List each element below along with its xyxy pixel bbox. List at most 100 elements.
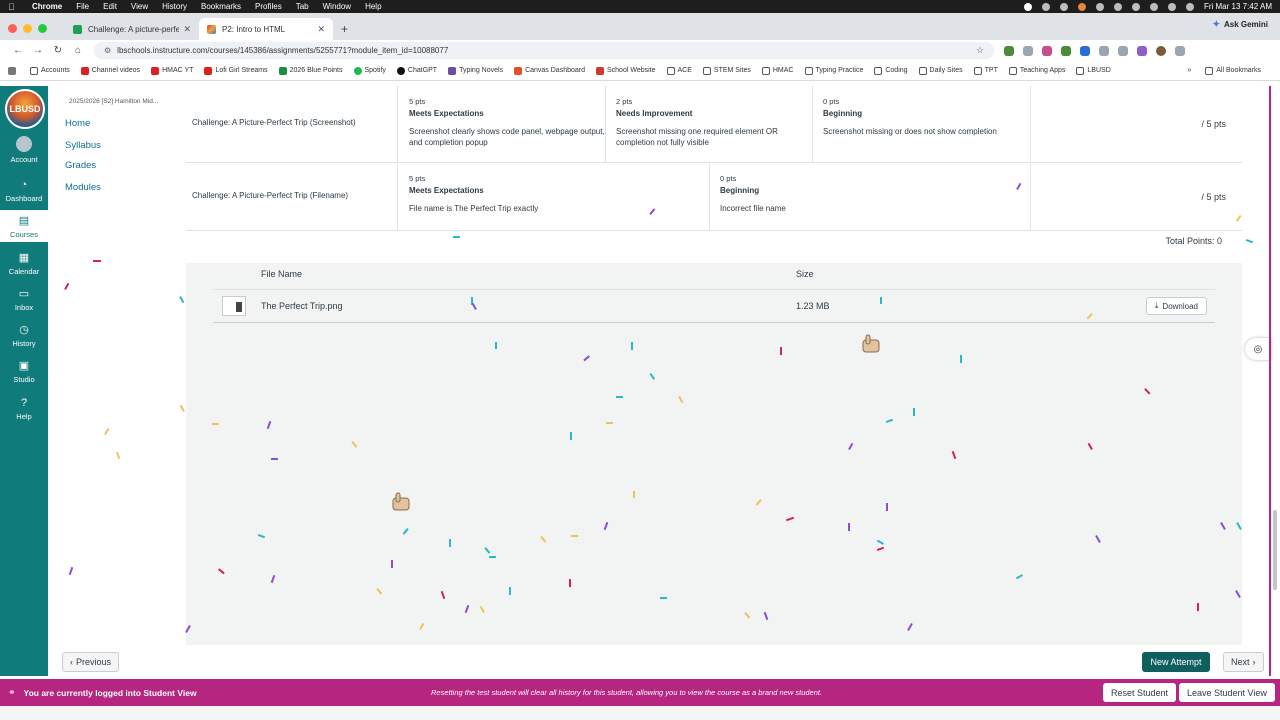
rubric-rating[interactable]: 0 pts Beginning Screenshot missing or do… xyxy=(823,97,1023,137)
bookmark-item[interactable]: Typing Practice xyxy=(804,66,863,75)
download-button[interactable]: ⤓ Download xyxy=(1145,297,1207,315)
bookmark-item[interactable]: Teaching Apps xyxy=(1008,66,1065,75)
status-icon-2[interactable] xyxy=(1059,2,1068,11)
bookmark-item[interactable]: Channel videos xyxy=(80,66,140,75)
bookmark-item[interactable]: Canvas Dashboard xyxy=(514,66,585,75)
course-nav-home[interactable]: Home xyxy=(65,118,90,129)
reload-icon[interactable]: ↻ xyxy=(48,45,68,56)
nav-help[interactable]: ? Help xyxy=(0,396,48,421)
browser-tab-challenge[interactable]: Challenge: A picture-perfect ✕ xyxy=(65,18,199,40)
apple-icon[interactable]:  xyxy=(8,2,18,12)
browser-tab-intro-html[interactable]: P2: Intro to HTML ✕ xyxy=(199,18,333,40)
extension-icon[interactable] xyxy=(1061,45,1071,56)
course-nav-modules[interactable]: Modules xyxy=(65,182,101,193)
new-attempt-button[interactable]: New Attempt xyxy=(1142,652,1210,672)
bookmark-item[interactable]: 2026 Blue Points xyxy=(278,66,343,75)
nav-history[interactable]: ◷ History xyxy=(0,323,48,348)
new-tab-button[interactable]: + xyxy=(341,18,348,40)
control-center-icon[interactable] xyxy=(1185,2,1194,11)
extension-icon[interactable] xyxy=(1080,45,1090,56)
nav-account[interactable]: Account xyxy=(0,136,48,164)
bookmark-label: Typing Novels xyxy=(459,67,504,74)
menu-edit[interactable]: Edit xyxy=(103,2,117,11)
address-bar[interactable]: ⚙ lbschools.instructure.com/courses/1453… xyxy=(94,42,994,59)
bookmark-item[interactable]: Typing Novels xyxy=(448,66,504,75)
all-bookmarks[interactable]: All Bookmarks xyxy=(1205,66,1261,75)
nav-courses[interactable]: ▤ Courses xyxy=(0,210,48,242)
district-logo[interactable]: LBUSD xyxy=(5,89,45,129)
more-bookmarks-icon[interactable]: » xyxy=(1187,67,1191,74)
rubric-rating[interactable]: 5 pts Meets Expectations Screenshot clea… xyxy=(409,97,609,148)
status-icon-3[interactable] xyxy=(1077,2,1086,11)
bookmark-item[interactable]: ACE xyxy=(666,66,692,75)
record-icon[interactable] xyxy=(1023,2,1032,11)
file-thumbnail[interactable] xyxy=(222,296,246,316)
extension-icon[interactable] xyxy=(1023,45,1033,56)
bookmark-item[interactable]: ChatGPT xyxy=(396,66,437,75)
side-panel-toggle[interactable]: ◎ xyxy=(1245,338,1271,360)
bookmark-item[interactable]: Spotify xyxy=(353,66,386,75)
apps-grid-icon[interactable] xyxy=(8,66,19,75)
rubric-rating[interactable]: 5 pts Meets Expectations File name is Th… xyxy=(409,174,699,214)
bookmark-item[interactable]: STEM Sites xyxy=(702,66,751,75)
extension-icon[interactable] xyxy=(1137,45,1147,56)
bookmark-item[interactable]: Coding xyxy=(874,66,908,75)
menu-tab[interactable]: Tab xyxy=(296,2,309,11)
reset-student-button[interactable]: Reset Student xyxy=(1103,683,1177,702)
menu-history[interactable]: History xyxy=(162,2,187,11)
nav-inbox[interactable]: ▭ Inbox xyxy=(0,287,48,312)
bookmark-item[interactable]: LBUSD xyxy=(1076,66,1111,75)
wifi-icon[interactable] xyxy=(1149,2,1158,11)
page-scrollbar[interactable] xyxy=(1273,510,1277,590)
search-icon[interactable] xyxy=(1167,2,1176,11)
site-info-icon[interactable]: ⚙ xyxy=(104,46,111,55)
bookmark-item[interactable]: School Website xyxy=(596,66,656,75)
menu-view[interactable]: View xyxy=(131,2,148,11)
menu-profiles[interactable]: Profiles xyxy=(255,2,282,11)
nav-calendar[interactable]: ▦ Calendar xyxy=(0,251,48,276)
profile-avatar[interactable] xyxy=(1156,45,1166,56)
next-button[interactable]: Next › xyxy=(1223,652,1264,672)
forward-arrow-icon[interactable]: → xyxy=(28,45,48,56)
minimize-window-button[interactable] xyxy=(23,23,32,33)
bluetooth-icon[interactable] xyxy=(1131,2,1140,11)
ask-gemini-button[interactable]: ✦ Ask Gemini xyxy=(1212,19,1268,30)
bookmark-star-icon[interactable]: ☆ xyxy=(976,45,984,56)
extension-icon[interactable] xyxy=(1004,45,1014,56)
menu-bookmarks[interactable]: Bookmarks xyxy=(201,2,241,11)
extension-icon[interactable] xyxy=(1042,45,1052,56)
course-nav-syllabus[interactable]: Syllabus xyxy=(65,140,101,151)
close-tab-icon[interactable]: ✕ xyxy=(183,24,191,35)
bookmark-item[interactable]: TPT xyxy=(973,66,998,75)
close-window-button[interactable] xyxy=(8,23,17,33)
back-arrow-icon[interactable]: ← xyxy=(8,45,28,56)
menu-app[interactable]: Chrome xyxy=(32,2,62,11)
zoom-window-button[interactable] xyxy=(38,23,47,33)
rubric-rating[interactable]: 0 pts Beginning Incorrect file name xyxy=(720,174,1020,214)
file-name[interactable]: The Perfect Trip.png xyxy=(261,301,343,311)
menubar-clock[interactable]: Fri Mar 13 7:42 AM xyxy=(1204,2,1272,11)
leave-student-view-button[interactable]: Leave Student View xyxy=(1179,683,1275,702)
close-tab-icon[interactable]: ✕ xyxy=(317,24,325,35)
previous-button[interactable]: ‹ Previous xyxy=(62,652,120,672)
nav-studio[interactable]: ▣ Studio xyxy=(0,359,48,384)
puzzle-icon[interactable] xyxy=(1099,45,1109,56)
course-nav-grades[interactable]: Grades xyxy=(65,160,96,171)
bookmark-item[interactable]: Lofi Girl Streams xyxy=(204,66,268,75)
home-icon[interactable]: ⌂ xyxy=(68,45,88,56)
battery-icon[interactable] xyxy=(1113,2,1122,11)
sidepanel-icon[interactable] xyxy=(1118,45,1128,56)
nav-dashboard[interactable]: ◔ Dashboard xyxy=(0,178,48,203)
folder-icon xyxy=(666,66,675,75)
bookmark-item[interactable]: Daily Sites xyxy=(918,66,963,75)
menu-window[interactable]: Window xyxy=(323,2,351,11)
bookmark-item[interactable]: HMAC YT xyxy=(151,66,193,75)
more-menu-icon[interactable] xyxy=(1175,45,1185,56)
menu-help[interactable]: Help xyxy=(365,2,381,11)
menu-file[interactable]: File xyxy=(76,2,89,11)
status-icon[interactable] xyxy=(1041,2,1050,11)
moon-icon[interactable] xyxy=(1095,2,1104,11)
rubric-rating[interactable]: 2 pts Needs Improvement Screenshot missi… xyxy=(616,97,806,148)
bookmark-item[interactable]: Accounts xyxy=(30,66,70,75)
bookmark-item[interactable]: HMAC xyxy=(761,66,794,75)
